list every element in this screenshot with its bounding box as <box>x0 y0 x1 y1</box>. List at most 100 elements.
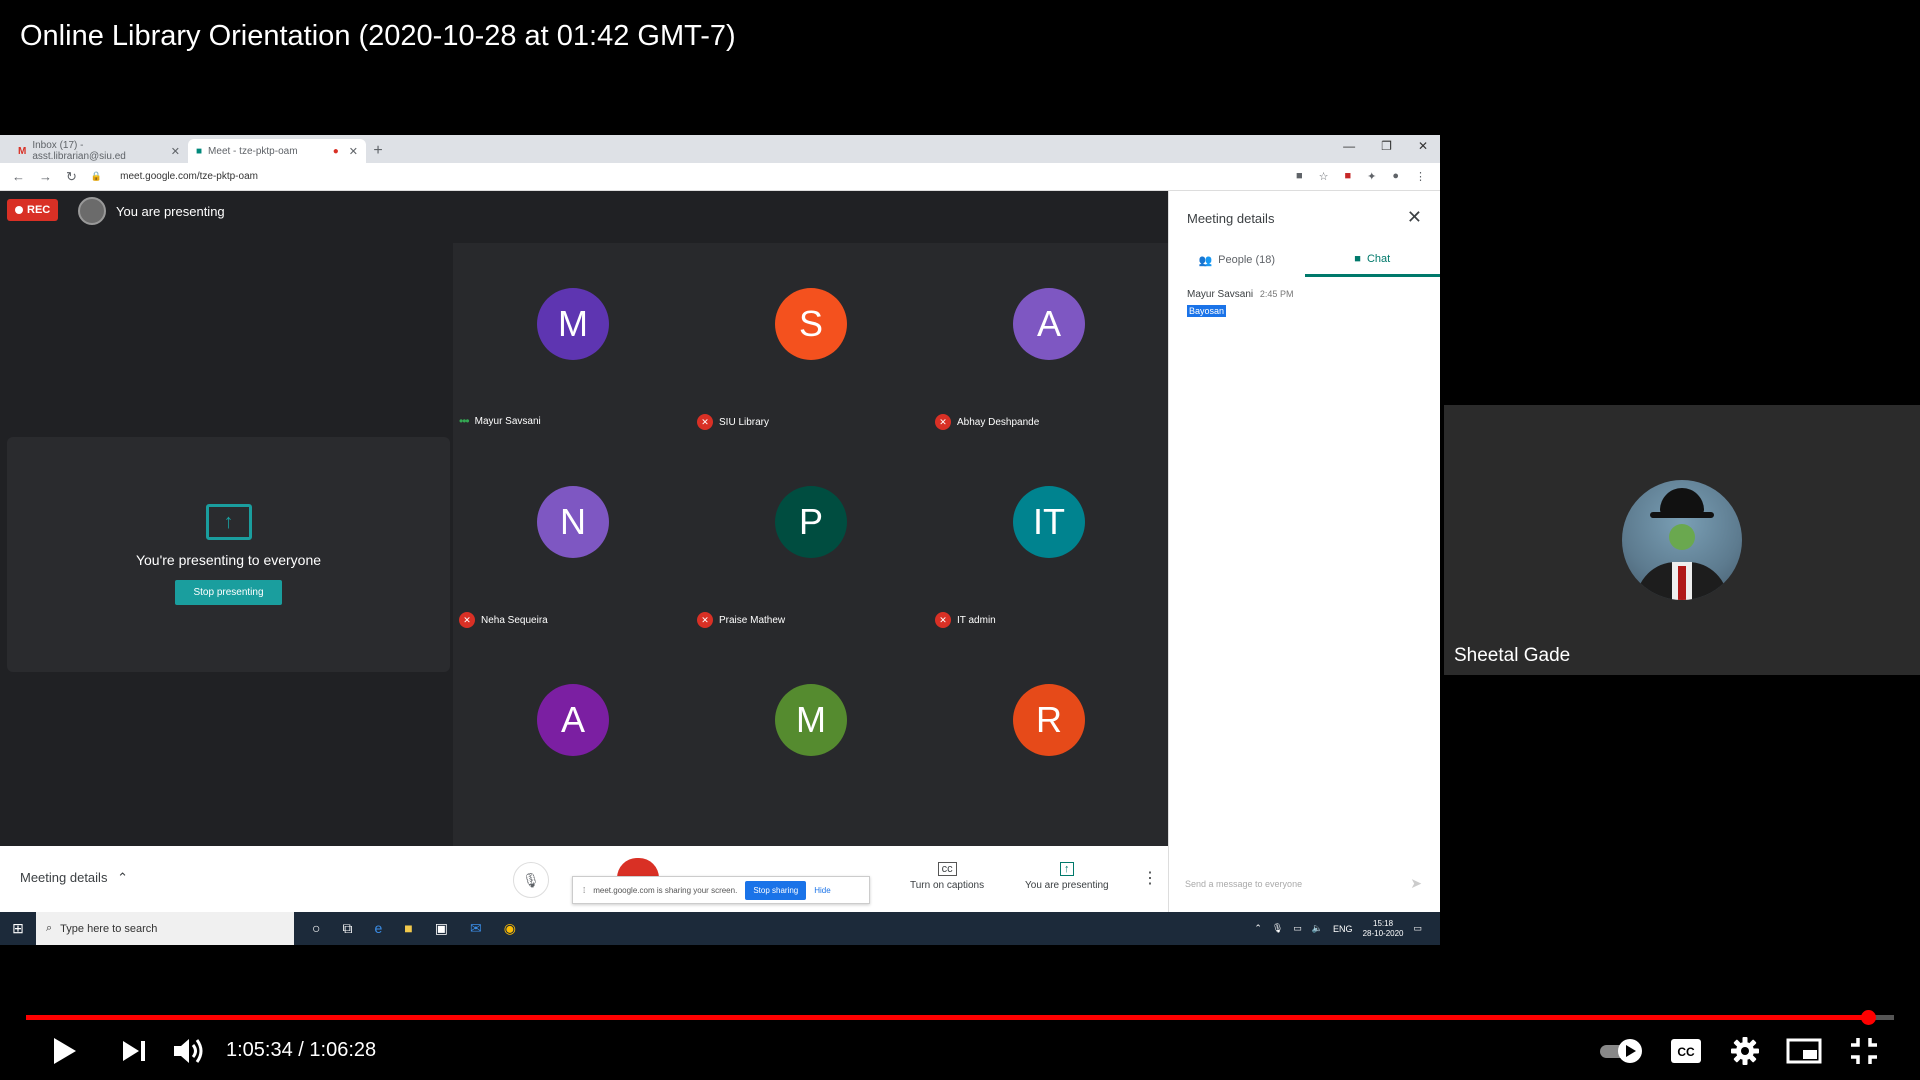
chevron-up-icon[interactable]: ⌃ <box>1254 923 1262 934</box>
browser-tab-strip: M Inbox (17) - asst.librarian@siu.ed ✕ ■… <box>0 135 1440 163</box>
kebab-menu-icon[interactable]: ⋮ <box>1415 170 1426 183</box>
profile-icon[interactable]: ● <box>1392 170 1399 183</box>
participant-tile[interactable]: A ✕ Abhay Deshpande <box>929 243 1167 441</box>
autoplay-toggle[interactable] <box>1598 1033 1646 1069</box>
mic-off-icon: ✕ <box>697 414 713 430</box>
participant-tile[interactable]: S ✕ SIU Library <box>691 243 929 441</box>
participant-avatar: M <box>537 288 609 360</box>
url-field[interactable]: meet.google.com/tze-pktp-oam <box>120 171 258 182</box>
close-window-icon[interactable]: ✕ <box>1418 139 1428 153</box>
share-toast-text: meet.google.com is sharing your screen. <box>593 885 738 895</box>
volume-icon[interactable]: 🔈 <box>1312 923 1323 934</box>
cc-icon: CC <box>1671 1039 1701 1063</box>
close-icon[interactable]: ✕ <box>171 145 180 158</box>
task-view-icon[interactable]: ⧉ <box>342 920 352 937</box>
star-icon[interactable]: ☆ <box>1319 170 1329 183</box>
presenting-card: ↑ You're presenting to everyone Stop pre… <box>7 437 450 672</box>
new-tab-button[interactable]: + <box>366 139 390 163</box>
progress-bar[interactable] <box>26 1010 1894 1025</box>
browser-tab-gmail[interactable]: M Inbox (17) - asst.librarian@siu.ed ✕ <box>10 139 188 163</box>
participant-tile[interactable]: P ✕ Praise Mathew <box>691 441 929 639</box>
mail-icon[interactable]: ✉ <box>470 920 482 937</box>
stop-presenting-button[interactable]: Stop presenting <box>175 580 282 605</box>
bowler-hat <box>1660 488 1704 514</box>
chat-message-header: Mayur Savsani 2:45 PM <box>1187 289 1293 300</box>
forward-icon[interactable]: → <box>39 169 52 184</box>
participant-tile[interactable]: N ✕ Neha Sequeira <box>453 441 691 639</box>
presenting-text: You're presenting to everyone <box>135 552 322 568</box>
store-icon[interactable]: ▣ <box>435 920 448 937</box>
participant-name-row: ✕ SIU Library <box>697 414 769 430</box>
close-icon[interactable]: ✕ <box>1407 207 1422 228</box>
camera-icon[interactable]: ■ <box>1296 170 1303 183</box>
reload-icon[interactable]: ↻ <box>66 169 77 185</box>
participant-name: IT admin <box>957 614 996 626</box>
scrubber-handle[interactable] <box>1860 1010 1876 1025</box>
close-icon[interactable]: ✕ <box>349 145 358 158</box>
file-explorer-icon[interactable]: ■ <box>404 920 412 937</box>
tab-chat[interactable]: ■ Chat <box>1304 243 1440 277</box>
settings-button[interactable] <box>1725 1033 1765 1069</box>
clock[interactable]: 15:18 28-10-2020 <box>1363 919 1404 939</box>
clock-time: 15:18 <box>1373 918 1394 928</box>
meet-stage: REC You are presenting ↑ You're presenti… <box>0 191 1168 846</box>
participant-tile[interactable]: M ••• Mayur Savsani <box>453 243 691 441</box>
next-button[interactable] <box>116 1033 152 1069</box>
edge-icon[interactable]: e <box>374 920 382 937</box>
video-player[interactable]: Online Library Orientation (2020-10-28 a… <box>0 0 1920 1080</box>
language-indicator[interactable]: ENG <box>1333 924 1353 934</box>
tab-people[interactable]: 👥 People (18) <box>1169 243 1305 277</box>
play-button[interactable] <box>46 1033 82 1069</box>
lock-icon: 🔒 <box>90 171 103 181</box>
gmail-icon: M <box>18 145 27 157</box>
extension-icon[interactable]: ■ <box>1344 170 1351 183</box>
browser-tab-meet[interactable]: ■ Meet - tze-pktp-oam ● ✕ <box>188 139 366 163</box>
network-icon[interactable]: ▭ <box>1293 923 1302 934</box>
participant-tile[interactable]: A <box>453 639 691 837</box>
participant-avatar: A <box>1013 288 1085 360</box>
screen-share-toast: ⁞ meet.google.com is sharing your screen… <box>572 876 870 904</box>
taskbar-search[interactable]: ⌕ Type here to search <box>36 912 294 945</box>
presenting-indicator: You are presenting <box>78 197 225 225</box>
green-apple <box>1669 524 1695 550</box>
mic-button[interactable]: 🎙 <box>513 862 549 898</box>
back-icon[interactable]: ← <box>12 169 25 184</box>
captions-toggle-button[interactable]: CC <box>1666 1033 1706 1069</box>
recording-dot-icon: ● <box>332 145 339 157</box>
skip-next-icon <box>123 1041 145 1061</box>
mic-off-icon: ✕ <box>459 612 475 628</box>
participant-tile[interactable]: M <box>691 639 929 837</box>
stop-sharing-button[interactable]: Stop sharing <box>745 880 807 900</box>
more-options-icon[interactable]: ⋮ <box>1142 868 1158 888</box>
chevron-up-icon: ⌃ <box>117 870 128 885</box>
restore-icon[interactable]: ❐ <box>1381 139 1392 153</box>
volume-button[interactable] <box>170 1033 210 1069</box>
chrome-icon[interactable]: ◉ <box>504 920 516 937</box>
webcam-name: Sheetal Gade <box>1454 645 1571 666</box>
captions-button[interactable]: cc Turn on captions <box>910 862 984 891</box>
exit-fullscreen-button[interactable] <box>1844 1033 1884 1069</box>
you-are-presenting-button[interactable]: ↑ You are presenting <box>1025 862 1109 891</box>
notification-icon[interactable]: ▭ <box>1413 923 1422 934</box>
message-author: Mayur Savsani <box>1187 289 1254 300</box>
mic-off-icon: ✕ <box>697 612 713 628</box>
minimize-icon[interactable]: — <box>1343 139 1355 153</box>
mic-tray-icon: 🎙 <box>1271 923 1284 933</box>
windows-start-icon[interactable]: ⊞ <box>0 912 36 945</box>
meeting-details-toggle[interactable]: Meeting details ⌃ <box>20 870 128 886</box>
participant-tile[interactable]: R <box>929 639 1167 837</box>
hide-button[interactable]: Hide <box>814 886 830 895</box>
autoplay-toggle-icon <box>1600 1039 1642 1063</box>
miniplayer-button[interactable] <box>1784 1033 1824 1069</box>
chat-input[interactable]: Send a message to everyone <box>1185 879 1302 889</box>
puzzle-icon[interactable]: ✦ <box>1367 170 1376 183</box>
cortana-icon[interactable]: ○ <box>312 920 320 937</box>
participant-name: Praise Mathew <box>719 614 786 626</box>
window-controls: — ❐ ✕ <box>1343 139 1428 153</box>
participant-tile[interactable]: IT ✕ IT admin <box>929 441 1167 639</box>
send-icon[interactable]: ➤ <box>1410 875 1422 892</box>
message-time: 2:45 PM <box>1259 289 1294 299</box>
clock-date: 28-10-2020 <box>1362 928 1404 938</box>
drag-handle-icon[interactable]: ⁞ <box>583 886 585 895</box>
meet-icon: ■ <box>196 145 203 157</box>
